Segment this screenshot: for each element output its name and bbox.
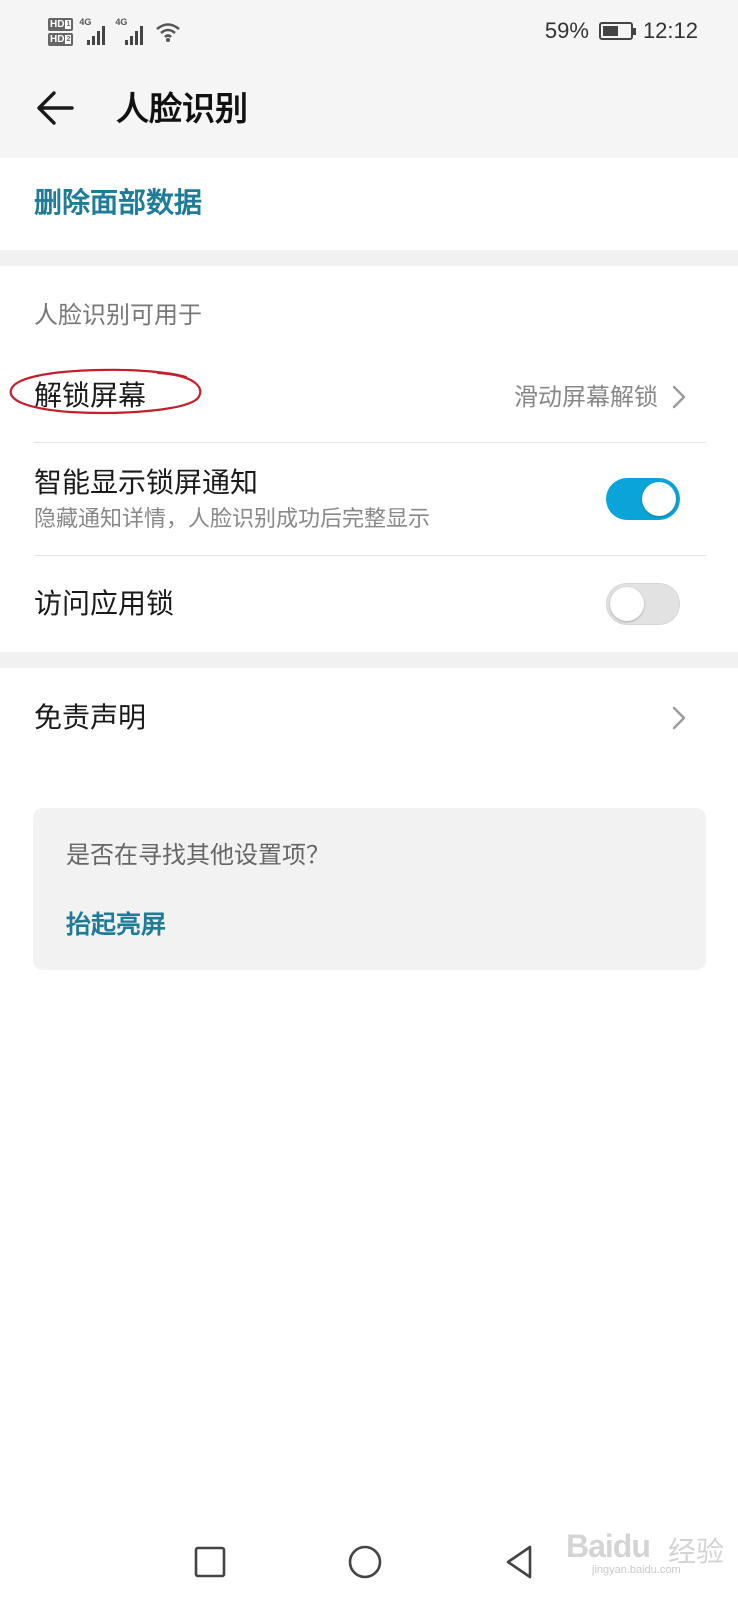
smart-notification-title: 智能显示锁屏通知 (34, 466, 259, 499)
status-bar: HD 1 HD 2 4G 4G 59% 12:12 (0, 0, 738, 62)
arrow-left-icon[interactable] (34, 86, 78, 130)
suggestion-question: 是否在寻找其他设置项？ (66, 841, 330, 869)
delete-data-card: 删除面部数据 (0, 158, 738, 250)
usage-section-card: 人脸识别可用于 解锁屏幕 滑动屏幕解锁 智能显示锁屏通知 隐藏通知详情，人脸识别… (0, 266, 738, 652)
disclaimer-row[interactable]: 免责声明 (0, 668, 738, 768)
app-lock-title: 访问应用锁 (34, 587, 175, 620)
section-header: 人脸识别可用于 (34, 301, 202, 329)
circle-icon[interactable] (345, 1542, 385, 1582)
delete-face-data-link[interactable]: 删除面部数据 (34, 183, 202, 223)
network-indicators: HD 1 HD 2 4G 4G (48, 10, 181, 54)
wifi-icon (156, 23, 181, 42)
disclaimer-title: 免责声明 (34, 701, 147, 734)
battery-icon (598, 22, 636, 40)
triangle-back-icon[interactable] (500, 1542, 540, 1582)
watermark-url: jingyan.baidu.com (592, 1564, 681, 1576)
page-title: 人脸识别 (116, 89, 248, 128)
clock: 12:12 (642, 18, 698, 43)
battery-percent: 59% (544, 18, 589, 43)
smart-notification-subtitle: 隐藏通知详情，人脸识别成功后完整显示 (34, 507, 431, 532)
section-gap (0, 250, 738, 266)
suggestion-card: 是否在寻找其他设置项？ 抬起亮屏 (33, 808, 706, 970)
square-icon[interactable] (190, 1542, 230, 1582)
unlock-screen-value: 滑动屏幕解锁 (514, 383, 658, 411)
signal-icon-sim1: 4G (79, 17, 109, 45)
signal-icon-sim2: 4G (115, 17, 147, 45)
smart-notification-row: 智能显示锁屏通知 隐藏通知详情，人脸识别成功后完整显示 (0, 443, 738, 555)
annotation-ellipse (9, 368, 202, 415)
hd-voice-icon-2: HD 2 (48, 33, 74, 46)
app-lock-toggle[interactable] (606, 583, 680, 625)
smart-notification-toggle[interactable] (606, 478, 680, 520)
baidu-watermark: Baidu 经验 jingyan.baidu.com (560, 1512, 730, 1578)
paw-icon: du (612, 1528, 651, 1564)
hd-voice-indicators: HD 1 HD 2 (48, 18, 74, 46)
section-gap (0, 652, 738, 668)
raise-to-wake-link[interactable]: 抬起亮屏 (66, 908, 166, 942)
app-lock-row: 访问应用锁 (0, 556, 738, 652)
app-bar: 人脸识别 (0, 62, 738, 158)
status-right: 59% 12:12 (545, 16, 698, 46)
chevron-right-icon (672, 385, 686, 409)
watermark-brand: Baidu (566, 1528, 651, 1564)
hd-voice-icon-1: HD 1 (48, 18, 74, 31)
chevron-right-icon (672, 706, 686, 730)
